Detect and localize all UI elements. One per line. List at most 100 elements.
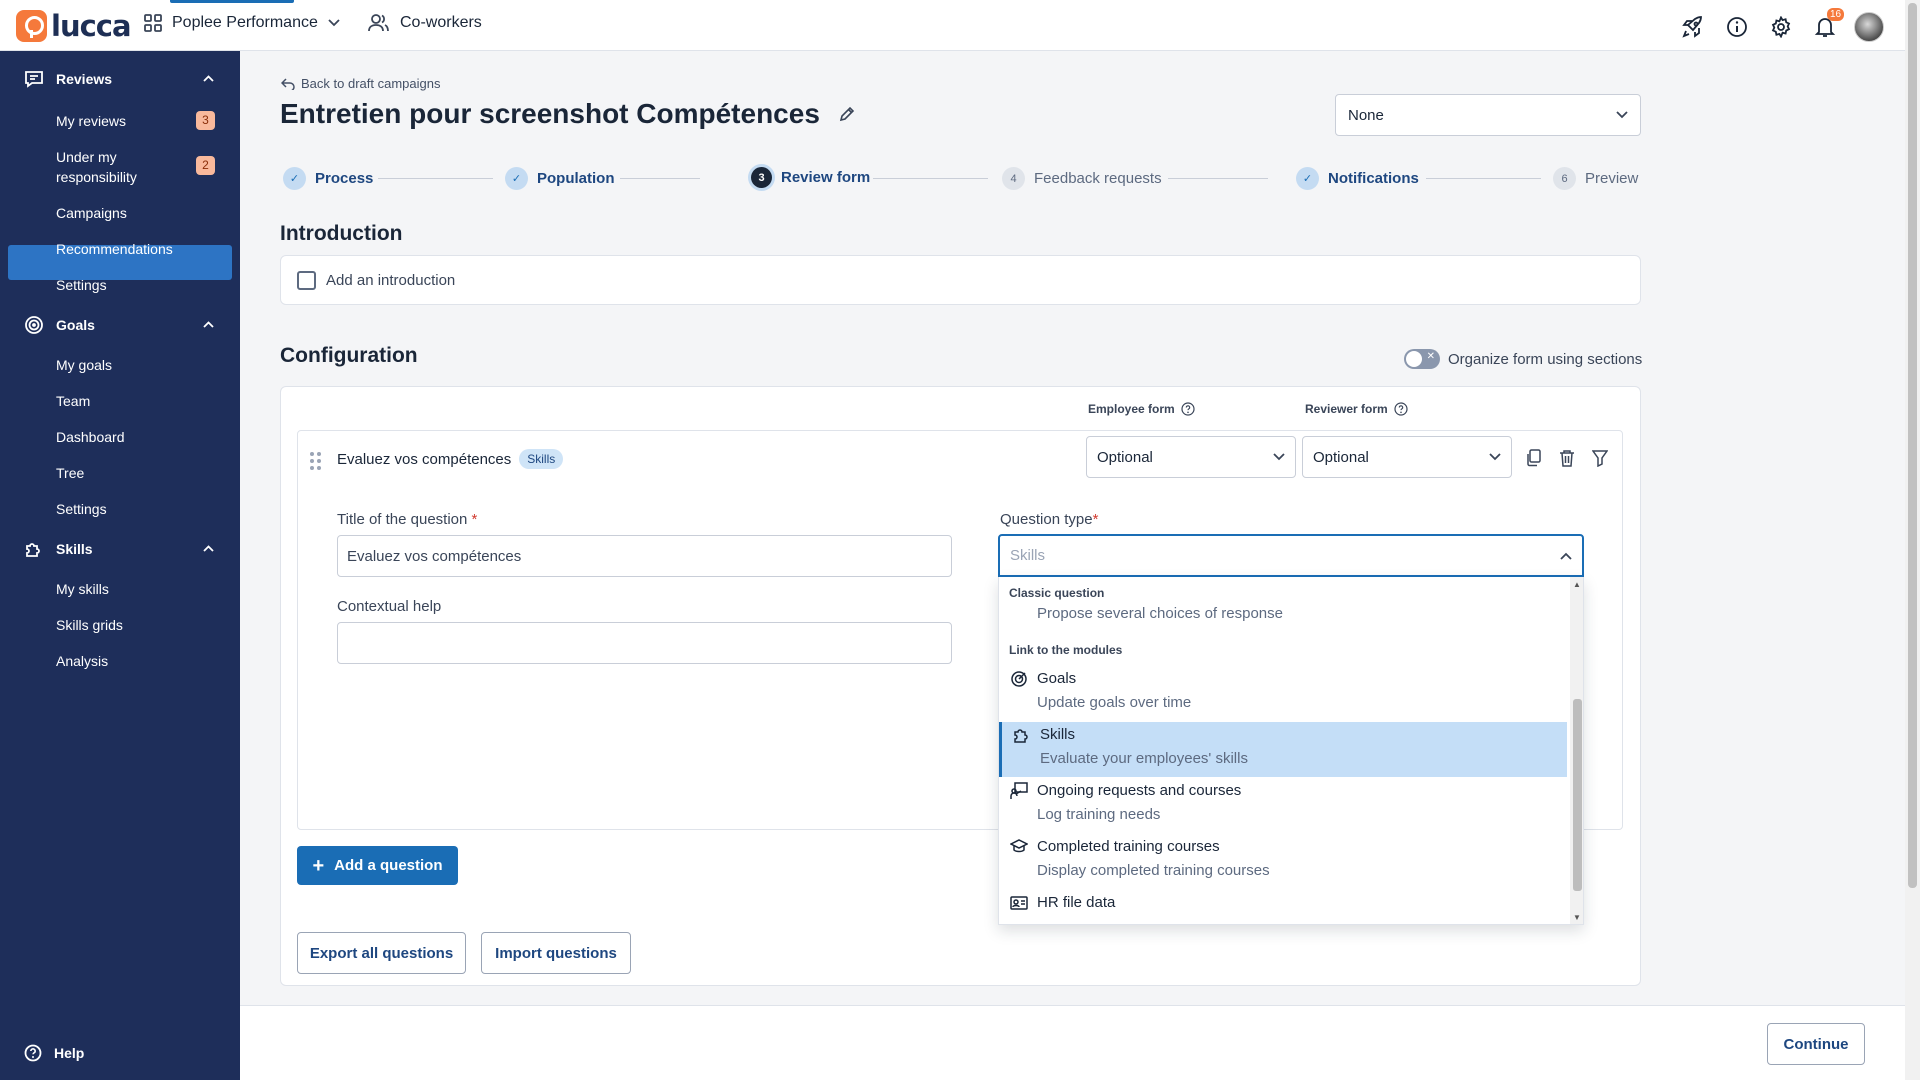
sidebar-item-reviews-settings[interactable]: Settings: [56, 275, 107, 295]
title-of-question-label: Title of the question *: [337, 511, 477, 528]
help-circle-icon[interactable]: [1394, 402, 1408, 416]
required-asterisk: *: [471, 511, 478, 528]
question-title: Evaluez vos compétences: [337, 450, 512, 468]
bell-icon[interactable]: 16: [1810, 8, 1845, 41]
step-connector: [1426, 178, 1541, 179]
trash-icon[interactable]: [1556, 447, 1578, 469]
help-label: Help: [54, 1045, 85, 1061]
chevron-down-icon: [328, 19, 340, 27]
step-label: Preview: [1585, 170, 1639, 187]
training-board-icon: [1010, 782, 1028, 799]
scroll-down-icon[interactable]: ▼: [1573, 913, 1581, 922]
option-subtitle: Log training needs: [1037, 806, 1161, 823]
question-type-placeholder: Skills: [1010, 547, 1046, 564]
sidebar-item-my-reviews[interactable]: My reviews: [56, 111, 126, 131]
top-actions: 16: [1678, 8, 1884, 42]
dropdown-scrollbar[interactable]: ▲ ▼: [1570, 577, 1583, 924]
edit-pencil-icon[interactable]: [838, 105, 856, 123]
sidebar-item-my-goals[interactable]: My goals: [56, 355, 112, 375]
avatar[interactable]: [1854, 12, 1884, 42]
option-completed-training[interactable]: Completed training courses Display compl…: [999, 834, 1567, 889]
option-hr-file-data[interactable]: HR file data: [999, 890, 1567, 924]
reviews-icon: [25, 71, 43, 88]
title-of-question-input[interactable]: Evaluez vos compétences: [337, 535, 952, 577]
option-title: Goals: [1037, 670, 1077, 687]
option-classic-question[interactable]: Propose several choices of response: [999, 602, 1567, 630]
template-select[interactable]: None: [1335, 94, 1641, 136]
help-link[interactable]: Help: [24, 1044, 84, 1062]
add-introduction-label[interactable]: Add an introduction: [326, 272, 455, 289]
add-question-label: Add a question: [334, 857, 443, 874]
step-connector: [1168, 178, 1268, 179]
rocket-icon[interactable]: [1678, 13, 1708, 41]
continue-button[interactable]: Continue: [1767, 1023, 1865, 1065]
sidebar-item-campaigns[interactable]: Campaigns: [56, 203, 127, 223]
duplicate-icon[interactable]: [1523, 447, 1545, 469]
sidebar-item-goals-settings[interactable]: Settings: [56, 499, 107, 519]
add-question-button[interactable]: + Add a question: [297, 846, 458, 885]
campaign-stepper: ✓ Process ✓ Population 3 Review form 4 Feedb…: [283, 167, 1641, 191]
step-feedback-requests[interactable]: 4 Feedback requests: [1002, 167, 1162, 190]
app-switcher[interactable]: Poplee Performance: [144, 14, 340, 32]
sidebar-item-my-skills[interactable]: My skills: [56, 579, 109, 599]
coworkers-label: Co-workers: [400, 14, 482, 31]
label-text: Question type: [1000, 511, 1093, 528]
option-ongoing-requests[interactable]: Ongoing requests and courses Log trainin…: [999, 778, 1567, 833]
check-icon: ✓: [1296, 167, 1319, 190]
reviewer-form-select[interactable]: Optional: [1302, 436, 1512, 478]
employee-form-select[interactable]: Optional: [1086, 436, 1296, 478]
add-introduction-checkbox[interactable]: [297, 270, 316, 290]
option-title: Completed training courses: [1037, 838, 1220, 855]
sidebar-item-skills-grids[interactable]: Skills grids: [56, 615, 123, 635]
apps-grid-icon: [144, 14, 162, 32]
step-notifications[interactable]: ✓ Notifications: [1296, 167, 1419, 190]
sidebar-group-goals[interactable]: Goals: [24, 315, 214, 335]
footer-bar: [240, 1005, 1905, 1080]
sidebar-item-dashboard[interactable]: Dashboard: [56, 427, 125, 447]
contextual-help-label: Contextual help: [337, 598, 442, 615]
sidebar-item-tree[interactable]: Tree: [56, 463, 84, 483]
step-connector: [873, 178, 988, 179]
page-scrollbar[interactable]: [1905, 0, 1920, 1080]
question-type-select[interactable]: Skills: [998, 534, 1584, 577]
sidebar-item-team[interactable]: Team: [56, 391, 90, 411]
sidebar-group-label: Reviews: [56, 71, 113, 87]
option-subtitle: Evaluate your employees' skills: [1040, 750, 1248, 767]
sidebar-item-analysis[interactable]: Analysis: [56, 651, 108, 671]
question-header[interactable]: Evaluez vos compétences Skills: [337, 449, 564, 469]
chevron-down-icon: [1273, 453, 1285, 461]
template-select-value: None: [1348, 106, 1384, 124]
export-questions-button[interactable]: Export all questions: [297, 932, 466, 974]
sidebar-item-under-my-responsibility[interactable]: Under my responsibility: [56, 147, 186, 187]
sidebar-group-reviews[interactable]: Reviews: [24, 70, 214, 88]
gear-icon[interactable]: [1766, 13, 1796, 41]
import-questions-button[interactable]: Import questions: [481, 932, 631, 974]
filter-icon[interactable]: [1589, 447, 1611, 469]
page-scroll-thumb[interactable]: [1908, 3, 1917, 888]
step-connector: [378, 178, 493, 179]
sidebar-item-recommendations[interactable]: Recommendations: [56, 239, 173, 259]
chevron-down-icon: [1489, 453, 1501, 461]
sidebar-group-label: Goals: [56, 317, 95, 333]
step-process[interactable]: ✓ Process: [283, 167, 373, 190]
step-review-form[interactable]: 3 Review form: [751, 167, 870, 188]
option-skills[interactable]: Skills Evaluate your employees' skills: [999, 722, 1567, 777]
help-circle-icon[interactable]: [1181, 402, 1195, 416]
step-population[interactable]: ✓ Population: [505, 167, 615, 190]
coworkers-link[interactable]: Co-workers: [368, 14, 482, 32]
back-link[interactable]: Back to draft campaigns: [281, 76, 440, 91]
step-preview[interactable]: 6 Preview: [1553, 167, 1638, 190]
active-app-indicator: [170, 0, 294, 3]
lucca-logo[interactable]: lucca: [16, 9, 132, 43]
dropdown-scroll-thumb[interactable]: [1573, 699, 1582, 891]
contextual-help-input[interactable]: [337, 622, 952, 664]
drag-handle-icon[interactable]: [310, 452, 322, 470]
info-icon[interactable]: [1722, 13, 1752, 41]
option-subtitle: Propose several choices of response: [1037, 605, 1283, 622]
sidebar-group-label: Skills: [56, 541, 93, 557]
toggle-switch[interactable]: [1404, 349, 1440, 369]
option-goals[interactable]: Goals Update goals over time: [999, 666, 1567, 721]
scroll-up-icon[interactable]: ▲: [1573, 580, 1581, 589]
sidebar-group-skills[interactable]: Skills: [24, 539, 214, 559]
organize-sections-toggle[interactable]: Organize form using sections: [1404, 349, 1642, 369]
